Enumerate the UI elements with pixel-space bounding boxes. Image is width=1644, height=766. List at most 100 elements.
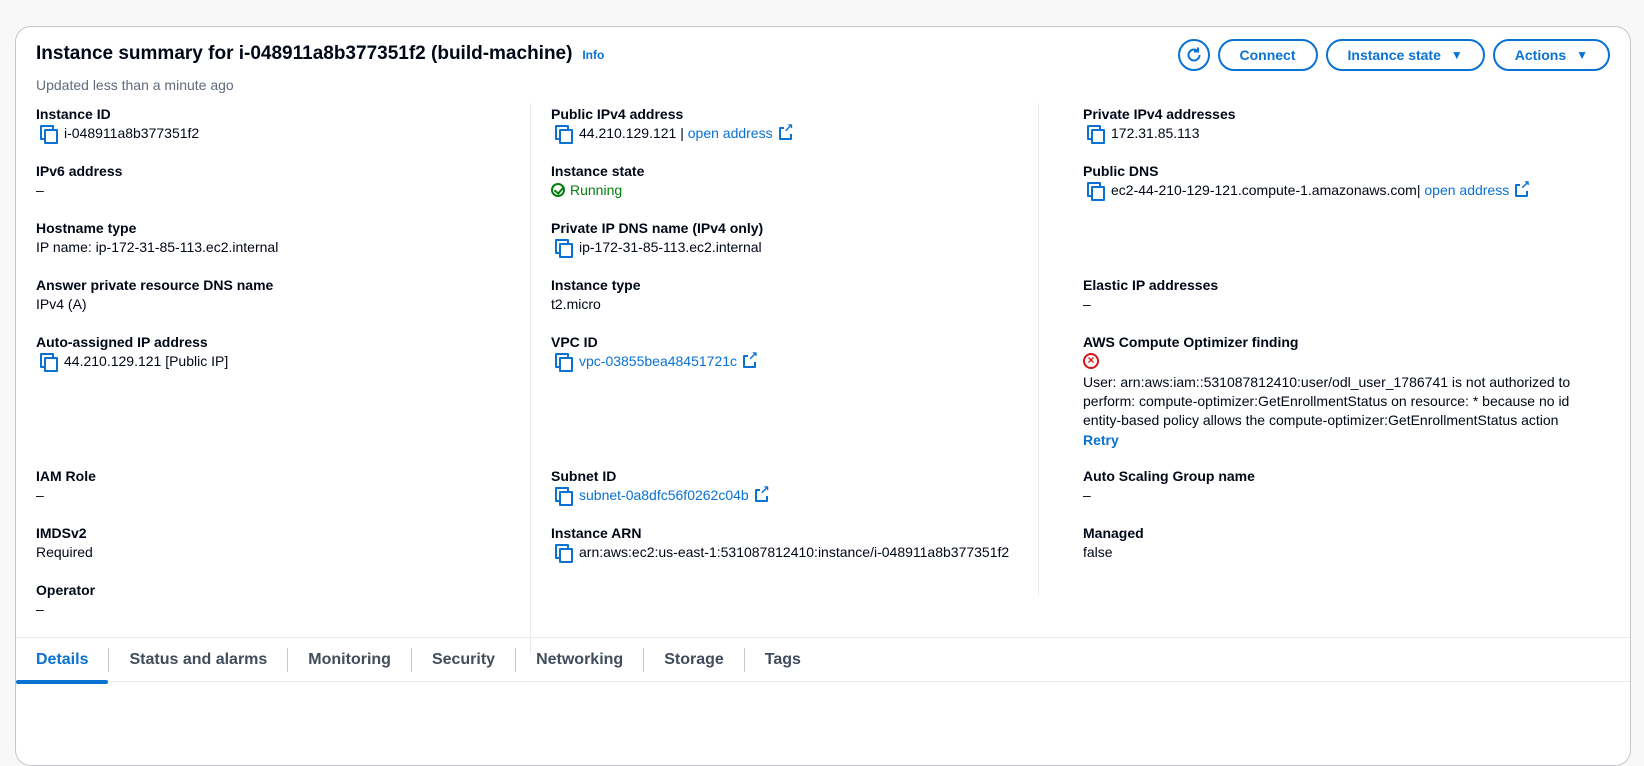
field-label: Managed <box>1083 525 1144 541</box>
instance-arn-value: arn:aws:ec2:us-east-1:531087812410:insta… <box>579 544 1010 560</box>
actions-label: Actions <box>1514 47 1567 63</box>
vpc-id-link[interactable]: vpc-03855bea48451721c <box>579 351 737 371</box>
connect-button[interactable]: Connect <box>1217 39 1318 71</box>
tab-bar: Details Status and alarms Monitoring Sec… <box>16 638 1630 684</box>
field-public-dns: Public DNS ec2-44-210-129-121.compute-1.… <box>1083 162 1593 201</box>
field-label: Public DNS <box>1083 163 1159 179</box>
tab-tags[interactable]: Tags <box>745 648 821 672</box>
field-instance-id: Instance ID i-048911a8b377351f2 <box>36 105 526 144</box>
field-asg: Auto Scaling Group name – <box>1083 467 1593 505</box>
field-label: Private IPv4 addresses <box>1083 106 1236 122</box>
copy-icon[interactable] <box>555 353 573 372</box>
page-title: Instance summary for i-048911a8b377351f2… <box>36 43 573 64</box>
tab-storage[interactable]: Storage <box>644 647 745 672</box>
field-label: Answer private resource DNS name <box>36 277 274 293</box>
caret-down-icon: ▼ <box>1576 48 1588 62</box>
public-ipv4-value: 44.210.129.121 <box>579 125 677 141</box>
tab-security[interactable]: Security <box>412 647 517 672</box>
iam-role-value: – <box>36 487 44 503</box>
field-label: Hostname type <box>36 220 137 236</box>
copy-icon[interactable] <box>40 353 58 372</box>
connect-label: Connect <box>1239 47 1296 63</box>
error-icon: × <box>1083 353 1099 369</box>
refresh-button[interactable] <box>1177 39 1210 71</box>
instance-summary-panel: Instance summary for i-048911a8b377351f2… <box>15 26 1631 766</box>
field-instance-type: Instance type t2.micro <box>551 276 1041 314</box>
copy-icon[interactable] <box>40 125 58 144</box>
field-private-dns: Private IP DNS name (IPv4 only) ip-172-3… <box>551 219 1041 258</box>
field-label: Auto Scaling Group name <box>1083 468 1255 484</box>
field-iam-role: IAM Role – <box>36 467 526 505</box>
copy-icon[interactable] <box>555 125 573 144</box>
field-auto-ip: Auto-assigned IP address 44.210.129.121 … <box>36 333 526 372</box>
header-actions: Connect Instance state ▼ Actions ▼ <box>1177 39 1610 71</box>
elastic-ip-value: – <box>1083 296 1091 312</box>
column-divider <box>530 103 531 654</box>
optimizer-error-text: User: arn:aws:iam::531087812410:user/odl… <box>1083 374 1571 428</box>
field-label: Instance type <box>551 277 641 293</box>
separator: | <box>1416 182 1421 198</box>
field-instance-arn: Instance ARN arn:aws:ec2:us-east-1:53108… <box>551 524 1041 563</box>
field-answer-dns: Answer private resource DNS name IPv4 (A… <box>36 276 526 314</box>
caret-down-icon: ▼ <box>1450 48 1463 62</box>
external-link-icon[interactable] <box>743 349 759 368</box>
asg-value: – <box>1083 487 1091 503</box>
field-subnet-id: Subnet ID subnet-0a8dfc56f0262c04b <box>551 467 1041 506</box>
open-address-link[interactable]: open address <box>688 123 773 143</box>
instance-state-value: Running <box>570 182 623 198</box>
field-compute-optimizer: AWS Compute Optimizer finding × User: ar… <box>1083 333 1593 450</box>
field-label: Subnet ID <box>551 468 617 484</box>
field-hostname-type: Hostname type IP name: ip-172-31-85-113.… <box>36 219 526 257</box>
operator-value: – <box>36 601 44 617</box>
field-public-ipv4: Public IPv4 address 44.210.129.121 | ope… <box>551 105 1041 144</box>
field-private-ipv4: Private IPv4 addresses 172.31.85.113 <box>1083 105 1593 144</box>
field-label: AWS Compute Optimizer finding <box>1083 334 1299 350</box>
copy-icon[interactable] <box>1087 125 1105 144</box>
actions-button[interactable]: Actions ▼ <box>1492 39 1610 71</box>
ipv6-value: – <box>36 182 44 198</box>
tab-status-and-alarms[interactable]: Status and alarms <box>109 647 289 672</box>
field-label: Private IP DNS name (IPv4 only) <box>551 220 764 236</box>
copy-icon[interactable] <box>1087 182 1105 201</box>
check-circle-icon <box>551 183 565 197</box>
copy-icon[interactable] <box>555 239 573 258</box>
instance-type-value: t2.micro <box>551 296 601 312</box>
tab-networking[interactable]: Networking <box>516 647 645 672</box>
retry-link[interactable]: Retry <box>1083 430 1593 450</box>
details-grid: Instance ID i-048911a8b377351f2 IPv6 add… <box>16 103 1630 683</box>
copy-icon[interactable] <box>555 487 573 506</box>
subnet-id-link[interactable]: subnet-0a8dfc56f0262c04b <box>579 485 749 505</box>
field-label: Operator <box>36 582 96 598</box>
open-address-link[interactable]: open address <box>1424 180 1509 200</box>
instance-state-button[interactable]: Instance state ▼ <box>1325 39 1485 71</box>
field-label: Auto-assigned IP address <box>36 334 208 350</box>
private-ipv4-value: 172.31.85.113 <box>1111 125 1200 141</box>
field-instance-state: Instance state Running <box>551 162 1041 200</box>
tab-monitoring[interactable]: Monitoring <box>288 647 412 672</box>
instance-id-value: i-048911a8b377351f2 <box>64 125 200 141</box>
field-label: IPv6 address <box>36 163 123 179</box>
header: Instance summary for i-048911a8b377351f2… <box>36 43 604 65</box>
imdsv2-value: Required <box>36 544 93 560</box>
field-managed: Managed false <box>1083 524 1593 562</box>
external-link-icon[interactable] <box>778 121 794 140</box>
field-label: IMDSv2 <box>36 525 87 541</box>
answer-dns-value: IPv4 (A) <box>36 296 87 312</box>
field-label: Instance ARN <box>551 525 642 541</box>
field-label: VPC ID <box>551 334 598 350</box>
field-imdsv2: IMDSv2 Required <box>36 524 526 562</box>
auto-ip-value: 44.210.129.121 [Public IP] <box>64 353 229 369</box>
field-elastic-ip: Elastic IP addresses – <box>1083 276 1593 314</box>
field-label: Elastic IP addresses <box>1083 277 1219 293</box>
external-link-icon[interactable] <box>1515 178 1531 197</box>
refresh-icon <box>1187 47 1200 62</box>
external-link-icon[interactable] <box>754 483 770 502</box>
instance-state-label: Instance state <box>1347 47 1441 63</box>
field-label: IAM Role <box>36 468 96 484</box>
hostname-type-value: IP name: ip-172-31-85-113.ec2.internal <box>36 239 279 255</box>
copy-icon[interactable] <box>555 544 573 563</box>
info-link[interactable]: Info <box>582 48 604 62</box>
tab-details[interactable]: Details <box>16 647 110 684</box>
private-dns-value: ip-172-31-85-113.ec2.internal <box>579 239 762 255</box>
field-operator: Operator – <box>36 581 526 619</box>
